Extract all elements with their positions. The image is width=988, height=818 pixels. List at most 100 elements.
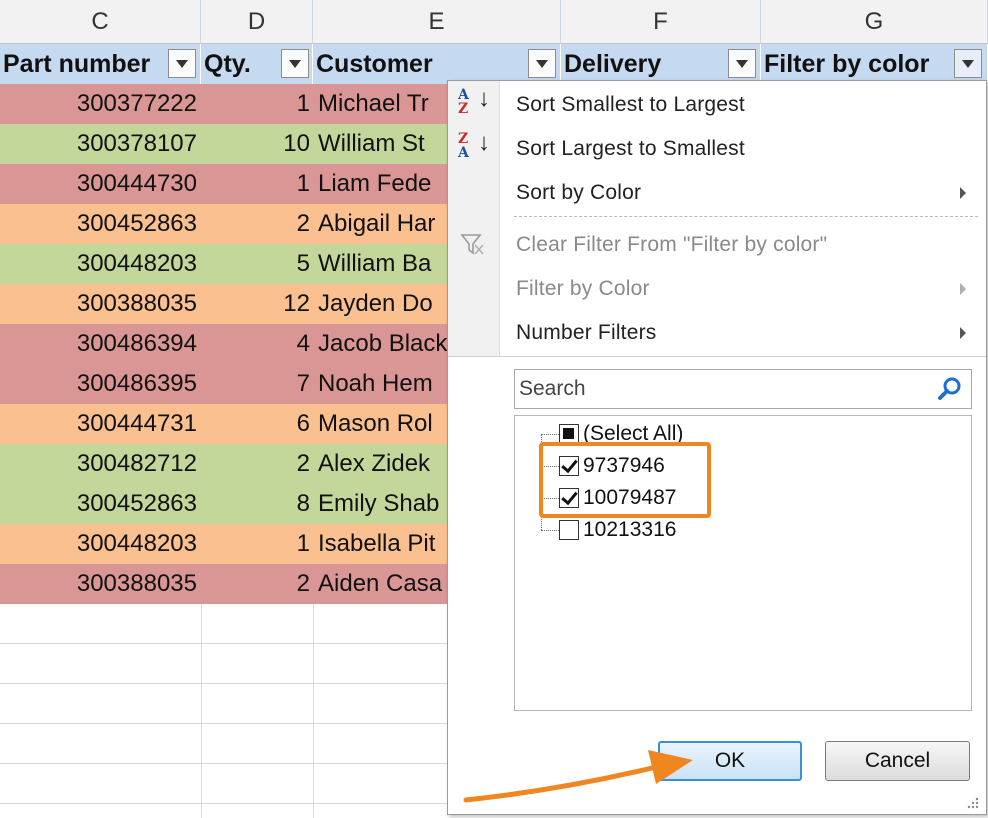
part-number-filter-button[interactable]	[168, 49, 196, 78]
qty-cell[interactable]: 5	[201, 244, 313, 284]
qty-cell[interactable]: 2	[201, 204, 313, 244]
empty-row[interactable]	[0, 684, 450, 724]
down-arrow-icon: ↓	[478, 129, 490, 156]
part-number-cell[interactable]: 300388035	[0, 564, 201, 604]
table-row[interactable]: 300482712 2 Alex Zidek	[0, 444, 450, 484]
clear-filter-icon	[460, 234, 484, 255]
sort-icon-letter: A	[458, 145, 469, 161]
qty-cell[interactable]: 12	[201, 284, 313, 324]
menu-separator	[448, 356, 986, 357]
customer-cell[interactable]: Mason Rol	[313, 404, 450, 444]
delivery-filter-button[interactable]	[728, 49, 756, 78]
chevron-down-icon	[962, 59, 974, 68]
empty-row[interactable]	[0, 724, 450, 764]
part-number-cell[interactable]: 300452863	[0, 204, 201, 244]
list-item-label: 10213316	[583, 518, 677, 541]
menu-sort-largest-to-smallest[interactable]: Sort Largest to Smallest	[516, 137, 745, 161]
part-number-cell[interactable]: 300482712	[0, 444, 201, 484]
tree-connector	[541, 530, 559, 531]
checkbox[interactable]	[559, 424, 579, 444]
part-number-cell[interactable]: 300377222	[0, 84, 201, 124]
part-number-cell[interactable]: 300444730	[0, 164, 201, 204]
submenu-arrow-icon	[960, 283, 966, 295]
table-row[interactable]: 300452863 8 Emily Shab	[0, 484, 450, 524]
table-row[interactable]: 300486395 7 Noah Hem	[0, 364, 450, 404]
table-row[interactable]: 300444731 6 Mason Rol	[0, 404, 450, 444]
part-number-cell[interactable]: 300486394	[0, 324, 201, 364]
customer-cell[interactable]: William St	[313, 124, 450, 164]
highlight-box	[539, 442, 711, 518]
qty-cell[interactable]: 8	[201, 484, 313, 524]
table-row[interactable]: 300448203 1 Isabella Pit	[0, 524, 450, 564]
qty-cell[interactable]: 1	[201, 164, 313, 204]
customer-cell[interactable]: Emily Shab	[313, 484, 450, 524]
table-row[interactable]: 300486394 4 Jacob Black	[0, 324, 450, 364]
qty-cell[interactable]: 1	[201, 84, 313, 124]
part-number-cell[interactable]: 300448203	[0, 524, 201, 564]
list-item[interactable]: 10213316	[559, 518, 676, 542]
search-placeholder: Search	[519, 377, 586, 400]
customer-cell[interactable]: Alex Zidek	[313, 444, 450, 484]
table-row[interactable]: 300377222 1 Michael Tr	[0, 84, 450, 124]
search-input[interactable]: Search	[514, 369, 972, 409]
qty-cell[interactable]: 7	[201, 364, 313, 404]
customer-cell[interactable]: William Ba	[313, 244, 450, 284]
gridline	[313, 604, 314, 818]
part-number-cell[interactable]: 300452863	[0, 484, 201, 524]
filter-by-color-filter-button[interactable]	[954, 49, 982, 78]
qty-cell[interactable]: 10	[201, 124, 313, 164]
submenu-arrow-icon	[960, 327, 966, 339]
header-customer: Customer	[313, 44, 561, 84]
part-number-cell[interactable]: 300448203	[0, 244, 201, 284]
qty-cell[interactable]: 2	[201, 564, 313, 604]
part-number-cell[interactable]: 300486395	[0, 364, 201, 404]
cancel-button[interactable]: Cancel	[825, 741, 970, 781]
qty-cell[interactable]: 1	[201, 524, 313, 564]
submenu-arrow-icon	[960, 187, 966, 199]
menu-sort-by-color[interactable]: Sort by Color	[516, 181, 641, 205]
menu-sort-smallest-to-largest[interactable]: Sort Smallest to Largest	[516, 93, 745, 117]
table-row[interactable]: 300448203 5 William Ba	[0, 244, 450, 284]
menu-number-filters[interactable]: Number Filters	[516, 321, 657, 345]
table-row[interactable]: 300388035 2 Aiden Casa	[0, 564, 450, 604]
autofilter-dropdown: A Z ↓ Sort Smallest to Largest Z A ↓ Sor…	[447, 80, 987, 815]
table-row[interactable]: 300388035 12 Jayden Do	[0, 284, 450, 324]
column-letter-d[interactable]: D	[201, 0, 313, 44]
part-number-cell[interactable]: 300378107	[0, 124, 201, 164]
customer-cell[interactable]: Michael Tr	[313, 84, 450, 124]
column-letter-f[interactable]: F	[561, 0, 761, 44]
part-number-cell[interactable]: 300444731	[0, 404, 201, 444]
customer-cell[interactable]: Jayden Do	[313, 284, 450, 324]
customer-cell[interactable]: Jacob Black	[313, 324, 450, 364]
search-icon[interactable]	[937, 376, 963, 402]
qty-cell[interactable]: 2	[201, 444, 313, 484]
column-letter-e[interactable]: E	[313, 0, 561, 44]
chevron-down-icon	[536, 59, 548, 68]
customer-cell[interactable]: Liam Fede	[313, 164, 450, 204]
table-row[interactable]: 300378107 10 William St	[0, 124, 450, 164]
column-letter-g[interactable]: G	[761, 0, 988, 44]
qty-filter-button[interactable]	[281, 49, 309, 78]
menu-separator	[514, 216, 978, 217]
qty-cell[interactable]: 4	[201, 324, 313, 364]
empty-row[interactable]	[0, 764, 450, 804]
sort-descending-icon: Z A ↓	[456, 131, 492, 167]
part-number-cell[interactable]: 300388035	[0, 284, 201, 324]
customer-cell[interactable]: Isabella Pit	[313, 524, 450, 564]
table-row[interactable]: 300444730 1 Liam Fede	[0, 164, 450, 204]
customer-cell[interactable]: Noah Hem	[313, 364, 450, 404]
checkbox[interactable]	[559, 520, 579, 540]
resize-grip-icon[interactable]	[966, 796, 980, 810]
empty-row[interactable]	[0, 604, 450, 644]
empty-row[interactable]	[0, 644, 450, 684]
chevron-down-icon	[176, 59, 188, 68]
customer-filter-button[interactable]	[528, 49, 556, 78]
customer-cell[interactable]: Aiden Casa	[313, 564, 450, 604]
ok-button[interactable]: OK	[658, 741, 802, 781]
column-letter-c[interactable]: C	[0, 0, 201, 44]
qty-cell[interactable]: 6	[201, 404, 313, 444]
menu-clear-filter: Clear Filter From "Filter by color"	[516, 233, 828, 256]
table-row[interactable]: 300452863 2 Abigail Har	[0, 204, 450, 244]
sort-ascending-icon: A Z ↓	[456, 87, 492, 123]
customer-cell[interactable]: Abigail Har	[313, 204, 450, 244]
